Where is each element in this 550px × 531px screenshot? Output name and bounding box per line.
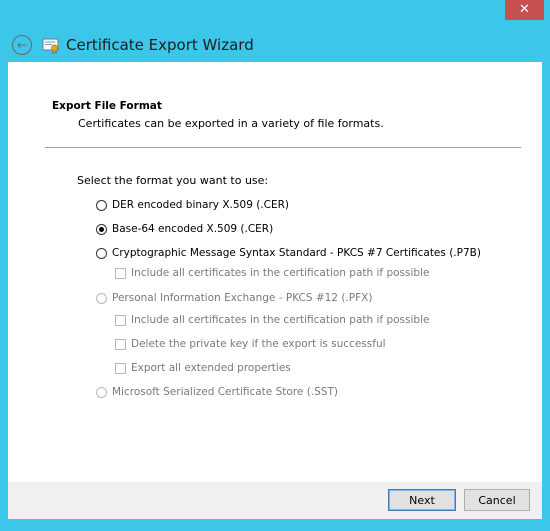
section-title: Export File Format xyxy=(52,100,162,112)
radio-pkcs7[interactable]: Cryptographic Message Syntax Standard - … xyxy=(96,247,481,259)
checkbox-pkcs7-include-label: Include all certificates in the certific… xyxy=(131,267,430,279)
checkbox-delete-key-label: Delete the private key if the export is … xyxy=(131,338,386,350)
next-button[interactable]: Next xyxy=(388,489,456,511)
radio-button-icon xyxy=(96,386,107,398)
radio-pfx-label: Personal Information Exchange - PKCS #12… xyxy=(112,292,373,304)
back-button[interactable]: ← xyxy=(12,35,32,55)
checkbox-delete-key[interactable]: Delete the private key if the export is … xyxy=(115,338,386,350)
wizard-window: ✕ ← Certificate Export Wizard Export Fil… xyxy=(0,0,550,531)
wizard-header: ← Certificate Export Wizard xyxy=(8,31,542,62)
cancel-button[interactable]: Cancel xyxy=(464,489,530,511)
radio-der[interactable]: DER encoded binary X.509 (.CER) xyxy=(96,199,289,211)
radio-selected-icon xyxy=(96,223,107,235)
checkbox-pfx-include-label: Include all certificates in the certific… xyxy=(131,314,430,326)
radio-pfx[interactable]: Personal Information Exchange - PKCS #12… xyxy=(96,292,372,304)
back-arrow-icon: ← xyxy=(16,38,28,52)
checkbox-icon xyxy=(115,362,126,374)
close-icon: ✕ xyxy=(519,2,530,17)
divider xyxy=(45,147,521,148)
radio-button-icon xyxy=(96,292,107,304)
checkbox-pfx-include[interactable]: Include all certificates in the certific… xyxy=(115,314,429,326)
wizard-content: Export File Format Certificates can be e… xyxy=(8,62,542,482)
checkbox-extended-properties-label: Export all extended properties xyxy=(131,362,291,374)
radio-pkcs7-label: Cryptographic Message Syntax Standard - … xyxy=(112,247,481,259)
wizard-footer: Next Cancel xyxy=(8,482,542,519)
radio-button-icon xyxy=(96,199,107,211)
checkbox-icon xyxy=(115,314,126,326)
radio-base64-label: Base-64 encoded X.509 (.CER) xyxy=(112,223,274,235)
section-subtitle: Certificates can be exported in a variet… xyxy=(78,117,384,130)
checkbox-extended-properties[interactable]: Export all extended properties xyxy=(115,362,291,374)
checkbox-pkcs7-include[interactable]: Include all certificates in the certific… xyxy=(115,267,429,279)
radio-button-icon xyxy=(96,247,107,259)
format-prompt: Select the format you want to use: xyxy=(77,174,269,187)
radio-base64[interactable]: Base-64 encoded X.509 (.CER) xyxy=(96,223,273,235)
wizard-title: Certificate Export Wizard xyxy=(66,36,254,54)
checkbox-icon xyxy=(115,267,126,279)
certificate-icon xyxy=(42,38,59,55)
radio-sst[interactable]: Microsoft Serialized Certificate Store (… xyxy=(96,386,338,398)
radio-der-label: DER encoded binary X.509 (.CER) xyxy=(112,199,290,211)
radio-sst-label: Microsoft Serialized Certificate Store (… xyxy=(112,386,338,398)
close-button[interactable]: ✕ xyxy=(505,0,544,20)
checkbox-icon xyxy=(115,338,126,350)
